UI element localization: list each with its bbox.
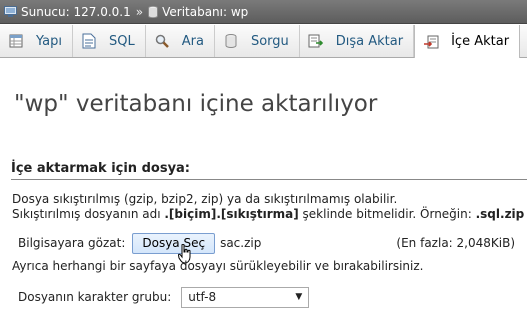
server-icon — [4, 5, 17, 17]
tab-label: Sorgu — [250, 33, 289, 49]
tab-label: Dışa Aktar — [335, 33, 404, 49]
tab-sql[interactable]: SQL — [73, 25, 146, 57]
tab-query[interactable]: Sorgu — [215, 25, 300, 57]
tab-label: SQL — [108, 33, 135, 49]
charset-label: Dosyanın karakter grubu: — [18, 290, 172, 304]
breadcrumb-server-link[interactable]: Sunucu: 127.0.0.1 — [21, 5, 131, 19]
format-text-pre: Sıkıştırılmış dosyanın adı — [12, 207, 165, 221]
tab-export[interactable]: Dışa Aktar — [300, 25, 415, 57]
search-icon — [154, 33, 170, 49]
format-text-mid: şeklinde bitmelidir. Örneğin: — [298, 207, 476, 221]
charset-select[interactable]: utf-8 ▼ — [181, 286, 310, 308]
section-title: İçe aktarmak için dosya: — [11, 161, 527, 180]
compression-info: Dosya sıkıştırılmış (gzip, bzip2, zip) y… — [12, 192, 398, 206]
query-icon — [223, 33, 239, 49]
tab-import[interactable]: İçe Aktar — [414, 25, 521, 58]
tab-search[interactable]: Ara — [146, 25, 215, 57]
breadcrumb-database-link[interactable]: Veritabanı: wp — [162, 5, 248, 19]
import-icon — [423, 34, 439, 50]
sql-icon — [81, 33, 97, 49]
export-icon — [308, 33, 324, 49]
filename-format-info: Sıkıştırılmış dosyanın adı .[biçim].[sık… — [12, 207, 524, 221]
main-tabs: Yapı SQL Ara Sorgu Dışa Aktar İçe Aktar — [0, 25, 527, 58]
charset-row: Dosyanın karakter grubu: utf-8 ▼ — [18, 286, 310, 308]
browse-label: Bilgisayara gözat: — [18, 236, 126, 250]
breadcrumb-separator: » — [135, 4, 144, 19]
format-pattern: .[biçim].[sıkıştırma] — [164, 207, 299, 221]
tab-structure[interactable]: Yapı — [0, 25, 73, 57]
selected-file-name: sac.zip — [220, 236, 262, 250]
file-upload-row: Bilgisayara gözat: Dosya Seç sac.zip (En… — [18, 232, 527, 254]
tab-label: İçe Aktar — [451, 34, 510, 49]
charset-value: utf-8 — [188, 290, 217, 304]
structure-icon — [8, 33, 24, 49]
page-title: "wp" veritabanı içine aktarılıyor — [14, 91, 378, 117]
max-upload-size: (En fazla: 2,048KiB) — [396, 236, 515, 250]
chevron-down-icon: ▼ — [295, 291, 303, 302]
choose-file-button[interactable]: Dosya Seç — [132, 232, 216, 254]
drag-drop-note: Ayrıca herhangi bir sayfaya dosyayı sürü… — [12, 259, 424, 273]
database-icon — [148, 5, 159, 18]
breadcrumb-server[interactable]: Sunucu: 127.0.0.1 — [4, 5, 131, 19]
format-example: .sql.zip — [475, 207, 525, 221]
breadcrumb-database[interactable]: Veritabanı: wp — [148, 5, 248, 19]
tab-label: Yapı — [36, 33, 62, 49]
breadcrumb: Sunucu: 127.0.0.1 » Veritabanı: wp — [0, 0, 527, 24]
tab-label: Ara — [181, 33, 204, 49]
